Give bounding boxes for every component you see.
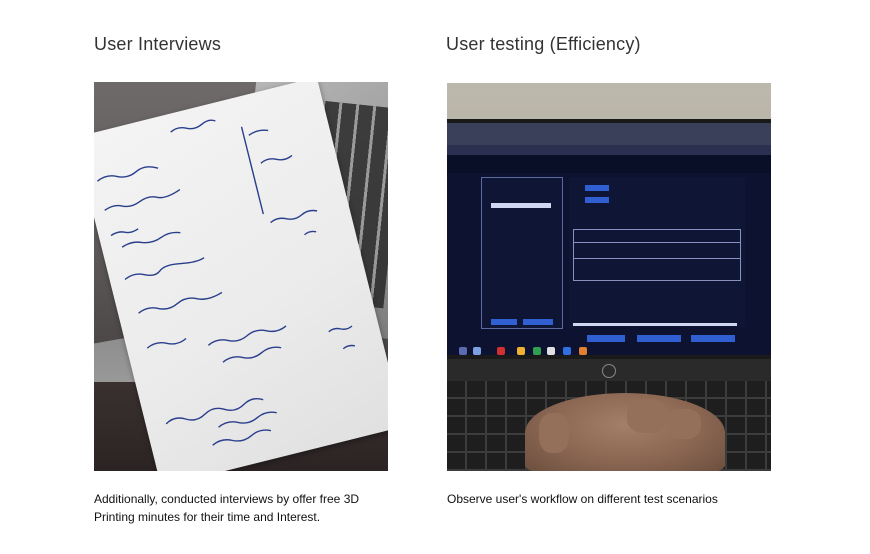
user-testing-title: User testing (Efficiency) [446,34,641,54]
user-testing-photo [447,83,771,471]
laptop-logo-icon [602,364,616,378]
files-panel [481,177,563,329]
temperature-table [573,229,741,281]
user-testing-caption: Observe user's workflow on different tes… [447,492,718,506]
user-interviews-caption: Additionally, conducted interviews by of… [94,492,360,524]
interview-notes-photo [94,82,388,471]
user-interviews-title: User Interviews [94,34,222,54]
laptop-screen [447,123,771,397]
